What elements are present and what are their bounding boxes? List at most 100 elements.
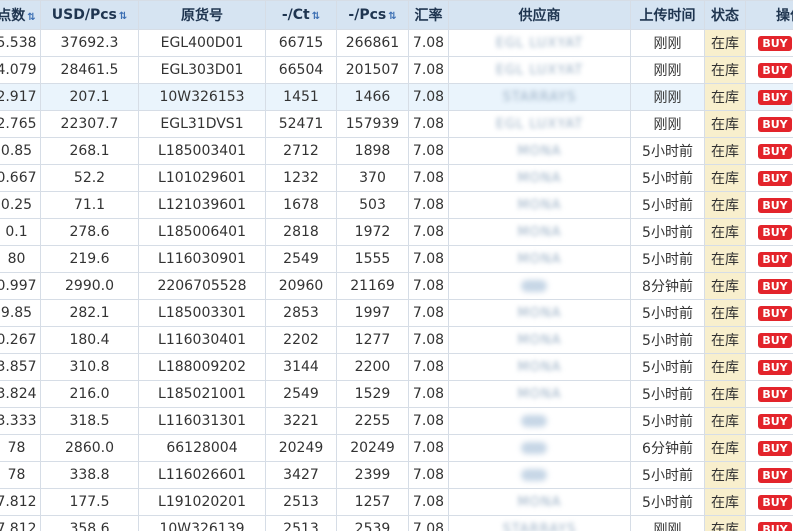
table-row[interactable]: 7.812 358.6 10W326139 2513 2539 7.08 STARRAYS 刚… bbox=[0, 515, 793, 531]
usd-price-cell: 37692.3 bbox=[40, 29, 139, 57]
buy-button[interactable]: BUY bbox=[758, 467, 792, 483]
usd-price-cell: 358.6 bbox=[40, 515, 139, 531]
upload-time-cell: 5小时前 bbox=[630, 299, 705, 327]
buy-button[interactable]: BUY bbox=[758, 359, 792, 375]
column-header-1[interactable]: USD/Pcs ⇅ bbox=[40, 0, 139, 30]
supplier-redacted-smudge bbox=[521, 415, 548, 427]
table-row[interactable]: 0.267 180.4 L116030401 2202 1277 7.08 MONA 5小时前… bbox=[0, 326, 793, 354]
actions-cell: BUY bbox=[745, 326, 793, 354]
usd-price-cell: 177.5 bbox=[40, 488, 139, 516]
table-row[interactable]: 78 2860.0 66128004 20249 20249 7.08 6分钟前 在库 BUY bbox=[0, 434, 793, 462]
table-row[interactable]: 80 219.6 L116030901 2549 1555 7.08 MONA 5小时前 在库 B… bbox=[0, 245, 793, 273]
actions-cell: BUY bbox=[745, 83, 793, 111]
table-row[interactable]: 2.917 207.1 10W326153 1451 1466 7.08 STARRAYS 刚… bbox=[0, 83, 793, 111]
buy-button[interactable]: BUY bbox=[758, 116, 792, 132]
rate-cell: 7.08 bbox=[408, 83, 449, 111]
status-cell: 在库 bbox=[704, 29, 746, 57]
column-header-6: 供应商 bbox=[448, 0, 631, 30]
supplier-name-blurred: MONA bbox=[517, 387, 562, 402]
usd-price-cell: 268.1 bbox=[40, 137, 139, 165]
column-header-3[interactable]: -/Ct ⇅ bbox=[265, 0, 337, 30]
upload-time-cell: 5小时前 bbox=[630, 191, 705, 219]
supplier-cell: MONA bbox=[448, 326, 631, 354]
buy-button[interactable]: BUY bbox=[758, 170, 792, 186]
actions-cell: BUY bbox=[745, 191, 793, 219]
table-row[interactable]: 0.1 278.6 L185006401 2818 1972 7.08 MONA 5小时前 在库… bbox=[0, 218, 793, 246]
buy-button[interactable]: BUY bbox=[758, 305, 792, 321]
buy-button[interactable]: BUY bbox=[758, 251, 792, 267]
actions-cell: BUY bbox=[745, 299, 793, 327]
table-row[interactable]: 78 338.8 L116026601 3427 2399 7.08 5小时前 在库 BUY bbox=[0, 461, 793, 489]
usd-price-cell: 22307.7 bbox=[40, 110, 139, 138]
pcs-price-cell: 1277 bbox=[336, 326, 409, 354]
upload-time-cell: 5小时前 bbox=[630, 488, 705, 516]
table-row[interactable]: 0.997 2990.0 2206705528 20960 21169 7.08 8分钟前在… bbox=[0, 272, 793, 300]
buy-button[interactable]: BUY bbox=[758, 521, 792, 531]
sku-cell: 2206705528 bbox=[138, 272, 266, 300]
column-header-0[interactable]: 点数 ⇅ bbox=[0, 0, 41, 30]
supplier-cell: STARRAYS bbox=[448, 515, 631, 531]
supplier-cell: MONA bbox=[448, 218, 631, 246]
ct-price-cell: 1451 bbox=[265, 83, 337, 111]
points-cell: 3.333 bbox=[0, 407, 41, 435]
buy-button[interactable]: BUY bbox=[758, 494, 792, 510]
status-cell: 在库 bbox=[704, 137, 746, 165]
status-cell: 在库 bbox=[704, 380, 746, 408]
upload-time-cell: 8分钟前 bbox=[630, 272, 705, 300]
column-header-label: USD/Pcs bbox=[51, 7, 117, 23]
sku-cell: L116026601 bbox=[138, 461, 266, 489]
upload-time-cell: 5小时前 bbox=[630, 218, 705, 246]
status-cell: 在库 bbox=[704, 272, 746, 300]
upload-time-cell: 刚刚 bbox=[630, 29, 705, 57]
buy-button[interactable]: BUY bbox=[758, 62, 792, 78]
sort-icon[interactable]: ⇅ bbox=[312, 11, 320, 22]
ct-price-cell: 66504 bbox=[265, 56, 337, 84]
sku-cell: EGL400D01 bbox=[138, 29, 266, 57]
buy-button[interactable]: BUY bbox=[758, 386, 792, 402]
table-row[interactable]: 3.824 216.0 L185021001 2549 1529 7.08 MONA 5小时前… bbox=[0, 380, 793, 408]
supplier-cell bbox=[448, 407, 631, 435]
status-cell: 在库 bbox=[704, 326, 746, 354]
table-row[interactable]: 0.667 52.2 L101029601 1232 370 7.08 MONA 5小时前 在库… bbox=[0, 164, 793, 192]
sort-icon[interactable]: ⇅ bbox=[119, 11, 127, 22]
supplier-cell: EGL LUXYAT bbox=[448, 110, 631, 138]
table-row[interactable]: 0.25 71.1 L121039601 1678 503 7.08 MONA 5小时前 在库 B… bbox=[0, 191, 793, 219]
ct-price-cell: 2513 bbox=[265, 488, 337, 516]
buy-button[interactable]: BUY bbox=[758, 278, 792, 294]
column-header-8: 状态 bbox=[704, 0, 746, 30]
buy-button[interactable]: BUY bbox=[758, 143, 792, 159]
column-header-4[interactable]: -/Pcs ⇅ bbox=[336, 0, 409, 30]
sort-icon[interactable]: ⇅ bbox=[27, 12, 35, 23]
table-row[interactable]: 3.857 310.8 L188009202 3144 2200 7.08 MONA 5小时前… bbox=[0, 353, 793, 381]
buy-button[interactable]: BUY bbox=[758, 89, 792, 105]
buy-button[interactable]: BUY bbox=[758, 332, 792, 348]
status-cell: 在库 bbox=[704, 218, 746, 246]
status-cell: 在库 bbox=[704, 488, 746, 516]
actions-cell: BUY bbox=[745, 434, 793, 462]
usd-price-cell: 310.8 bbox=[40, 353, 139, 381]
buy-button[interactable]: BUY bbox=[758, 35, 792, 51]
sort-icon[interactable]: ⇅ bbox=[388, 11, 396, 22]
supplier-cell: MONA bbox=[448, 353, 631, 381]
table-row[interactable]: 5.538 37692.3 EGL400D01 66715 266861 7.08 EGL … bbox=[0, 29, 793, 57]
column-header-label: 汇率 bbox=[414, 8, 443, 24]
table-row[interactable]: 7.812 177.5 L191020201 2513 1257 7.08 MONA 5小时前… bbox=[0, 488, 793, 516]
table-row[interactable]: 9.85 282.1 L185003301 2853 1997 7.08 MONA 5小时前在… bbox=[0, 299, 793, 327]
rate-cell: 7.08 bbox=[408, 380, 449, 408]
actions-cell: BUY bbox=[745, 245, 793, 273]
buy-button[interactable]: BUY bbox=[758, 197, 792, 213]
table-row[interactable]: 4.079 28461.5 EGL303D01 66504 201507 7.08 EGL … bbox=[0, 56, 793, 84]
usd-price-cell: 52.2 bbox=[40, 164, 139, 192]
buy-button[interactable]: BUY bbox=[758, 224, 792, 240]
table-row[interactable]: 3.333 318.5 L116031301 3221 2255 7.08 5小时前 在库 BU… bbox=[0, 407, 793, 435]
buy-button[interactable]: BUY bbox=[758, 440, 792, 456]
usd-price-cell: 28461.5 bbox=[40, 56, 139, 84]
actions-cell: BUY bbox=[745, 29, 793, 57]
upload-time-cell: 5小时前 bbox=[630, 137, 705, 165]
buy-button[interactable]: BUY bbox=[758, 413, 792, 429]
actions-cell: BUY bbox=[745, 164, 793, 192]
sku-cell: L116030401 bbox=[138, 326, 266, 354]
table-row[interactable]: 2.765 22307.7 EGL31DVS1 52471 157939 7.08 EGL … bbox=[0, 110, 793, 138]
table-row[interactable]: 0.85 268.1 L185003401 2712 1898 7.08 MONA 5小时前在… bbox=[0, 137, 793, 165]
actions-cell: BUY bbox=[745, 353, 793, 381]
